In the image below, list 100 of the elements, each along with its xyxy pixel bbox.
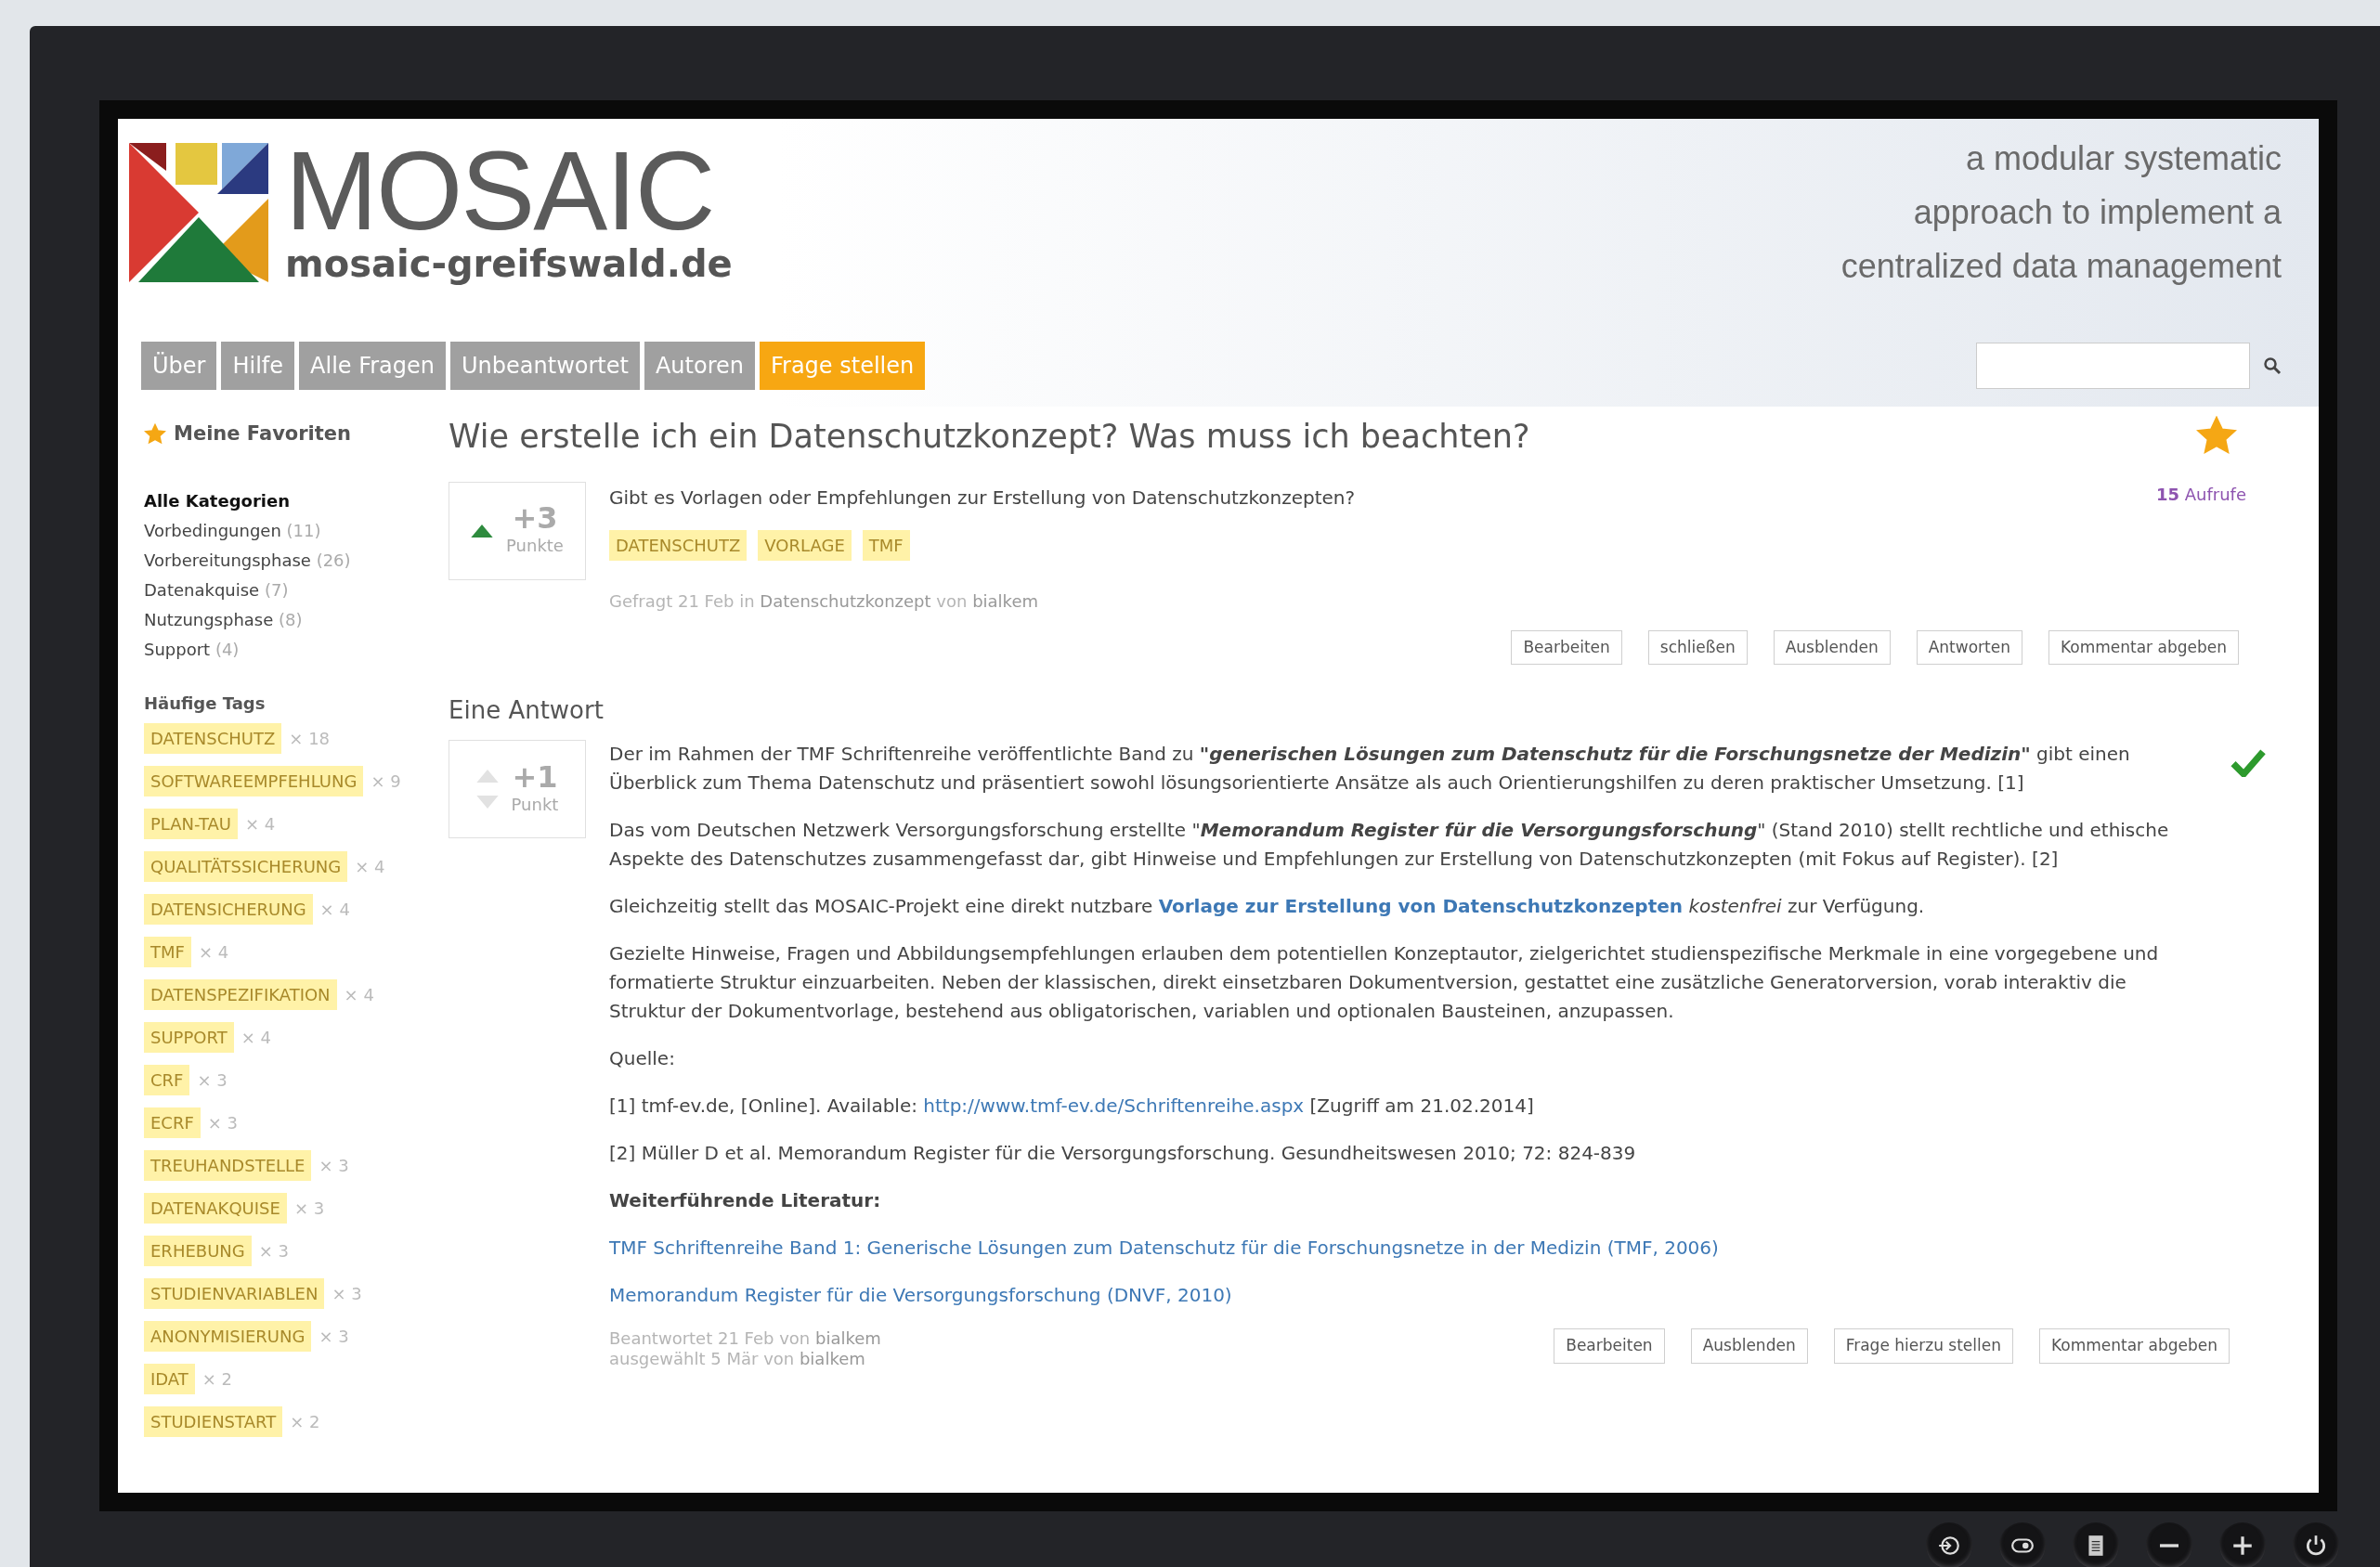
tag[interactable]: ECRF xyxy=(144,1107,201,1138)
nav-tab[interactable]: Frage stellen xyxy=(759,342,926,390)
search-field[interactable] xyxy=(1976,343,2250,389)
tagline-line: a modular systematic xyxy=(1965,138,2282,179)
tag[interactable]: PLAN-TAU xyxy=(144,808,238,839)
tag[interactable]: STUDIENSTART xyxy=(144,1405,283,1437)
action-button[interactable]: Kommentar abgeben xyxy=(2039,1328,2230,1364)
answer-paragraph: Quelle: xyxy=(609,1046,676,1071)
tag-count: × 3 xyxy=(258,1239,289,1263)
tag[interactable]: TMF xyxy=(862,529,910,561)
tag[interactable]: SOFTWAREEMPFEHLUNG xyxy=(144,765,364,796)
tag[interactable]: STUDIENVARIABLEN xyxy=(144,1277,325,1309)
tag[interactable]: SUPPORT xyxy=(144,1021,234,1053)
tag-count: × 3 xyxy=(197,1068,228,1092)
tag[interactable]: DATENSCHUTZ xyxy=(144,722,282,754)
nav-tab[interactable]: Unbeantwortet xyxy=(450,342,640,390)
answer-paragraph: Gleichzeitig stellt das MOSAIC-Projekt eine direkt nutzbare Vorlage zur Erstellung von Datenschutzkonzepten kostenfrei zur Verfügung. xyxy=(609,894,1926,919)
tag-count: × 3 xyxy=(293,1197,325,1220)
minus-button[interactable] xyxy=(2146,1522,2192,1567)
answer-paragraph: [2] Müller D et al. Memorandum Register für die Versorgungsforschung. Gesundheitswesen 2010; 72: 824-839 xyxy=(609,1141,1637,1166)
answers-heading: Eine Antwort xyxy=(449,695,605,726)
tag[interactable]: DATENSICHERUNG xyxy=(144,893,313,925)
action-button[interactable]: Bearbeiten xyxy=(1511,629,1622,665)
upvote-arrow-icon[interactable] xyxy=(471,524,494,537)
nav-tab[interactable]: Über xyxy=(141,342,217,390)
toggle-button[interactable] xyxy=(1999,1522,2046,1567)
tag[interactable]: TMF xyxy=(144,936,191,967)
action-button[interactable]: Kommentar abgeben xyxy=(2048,629,2239,665)
category-link[interactable]: Nutzungsphase (8) xyxy=(144,604,423,635)
answer-meta: Beantwortet 21 Feb von bialkem xyxy=(609,1328,881,1349)
favorites-heading[interactable]: Meine Favoriten xyxy=(174,420,352,449)
answer-paragraph: Gezielte Hinweise, Fragen und Abbildungsempfehlungen erlauben dem potentiellen Konzeptautor, zielgerichtet studienspezifische Merkmale in eine vorgegebene und formatierte Struktur einzuarbeiten. Neben der klassischen, direkt einsetzbaren Dokumentversion, gestattet eine zusätzliche Generatorversion, vorab interaktiv die Struktur der Dokumentvorlage, bestehend aus obligatorischen, variablen und optionalen Bausteinen, anzupassen. xyxy=(609,941,2160,1024)
tag-count: × 4 xyxy=(241,1026,271,1049)
category-link[interactable]: Datenakquise (7) xyxy=(144,575,423,605)
input-arrow-icon xyxy=(1937,1534,1961,1558)
nav-tab[interactable]: Hilfe xyxy=(221,342,295,390)
category-link[interactable]: Support (4) xyxy=(144,634,423,665)
answer-paragraph: Der im Rahmen der TMF Schriftenreihe veröffentlichte Band zu "generischen Lösungen zum Datenschutz für die Forschungsnetze der Medizin" gibt einen Überblick zum Thema Datenschutz und präsentiert sowohl lösungsorientierte Ansätze als auch Orientierungshilfen zu deren praktischer Umsetzung. [1] xyxy=(609,742,2131,796)
tag-count: × 3 xyxy=(319,1154,349,1177)
vote-unit: Punkt xyxy=(511,793,559,816)
text-link[interactable]: TMF Schriftenreihe Band 1: Generische Lösungen zum Datenschutz für die Forschungsnetze in der Medizin (TMF, 2006) xyxy=(609,1237,1719,1259)
text-link[interactable]: Memorandum Register für die Versorgungsforschung (DNVF, 2010) xyxy=(609,1284,1232,1306)
action-button[interactable]: Frage hierzu stellen xyxy=(1833,1328,2013,1364)
answer-paragraph: [1] tmf-ev.de, [Online]. Available: http://www.tmf-ev.de/Schriftenreihe.aspx [Zugriff am 21.02.2014] xyxy=(609,1094,1535,1119)
tag-count: × 4 xyxy=(355,855,385,878)
tag[interactable]: VORLAGE xyxy=(758,529,852,561)
logo-title: MOSAIC xyxy=(285,139,714,241)
tag[interactable]: DATENAKQUISE xyxy=(144,1192,287,1224)
action-button[interactable]: Ausblenden xyxy=(1773,629,1891,665)
action-button[interactable]: Ausblenden xyxy=(1690,1328,1808,1364)
tags-heading: Häufige Tags xyxy=(144,692,267,715)
plus-button[interactable] xyxy=(2219,1522,2266,1567)
tag[interactable]: DATENSCHUTZ xyxy=(609,529,748,561)
tag-count: × 3 xyxy=(319,1325,349,1348)
action-button[interactable]: Bearbeiten xyxy=(1554,1328,1665,1364)
text-link[interactable]: Vorlage zur Erstellung von Datenschutzkonzepten xyxy=(1158,895,1684,917)
answer-meta: ausgewählt 5 Mär von bialkem xyxy=(609,1349,866,1369)
answer-paragraph: Das vom Deutschen Netzwerk Versorgungsforschung erstellte "Memorandum Register für die Versorgungsforschung" (Stand 2010) stellt rechtliche und ethische Aspekte des Datenschutzes zusammengefasst dar, gibt Hinweise und Empfehlungen zur Erstellung von Datenschutzkonzepten (mit Fokus auf Register). [2] xyxy=(609,818,2170,872)
tag[interactable]: ANONYMISIERUNG xyxy=(144,1320,312,1352)
action-button[interactable]: schließen xyxy=(1647,629,1748,665)
tag-count: × 18 xyxy=(289,727,331,750)
tag-count: × 9 xyxy=(371,770,401,793)
mosaic-logo-icon xyxy=(129,143,268,282)
question-title: Wie erstelle ich ein Datenschutzkonzept? Was muss ich beachten? xyxy=(449,417,1530,457)
tag[interactable]: IDAT xyxy=(144,1363,195,1394)
power-icon xyxy=(2304,1534,2328,1558)
tag-count: × 3 xyxy=(207,1111,239,1134)
view-count: 15 Aufrufe xyxy=(2155,483,2246,506)
tagline-line: centralized data management xyxy=(1840,246,2282,287)
tag-count: × 4 xyxy=(198,940,229,964)
tag-count: × 2 xyxy=(290,1410,320,1433)
site-name: mosaic-greifswald.de xyxy=(285,241,733,286)
tag-count: × 4 xyxy=(344,983,374,1006)
answer-paragraph: Weiterführende Literatur: xyxy=(609,1188,882,1213)
question-text: Gibt es Vorlagen oder Empfehlungen zur Erstellung von Datenschutzkonzepten? xyxy=(609,485,1356,511)
vote-score: +3 xyxy=(512,503,558,533)
tag-count: × 3 xyxy=(332,1282,362,1305)
tag[interactable]: DATENSPEZIFIKATION xyxy=(144,978,337,1010)
power-button[interactable] xyxy=(2293,1522,2339,1567)
tag[interactable]: QUALITÄTSSICHERUNG xyxy=(144,850,348,882)
vote-unit: Punkte xyxy=(506,535,564,557)
tag-count: × 4 xyxy=(245,812,276,835)
minus-icon xyxy=(2160,1544,2178,1548)
text-link[interactable]: http://www.tmf-ev.de/Schriftenreihe.aspx xyxy=(923,1094,1305,1117)
tag-count: × 4 xyxy=(319,898,350,921)
tag-count: × 2 xyxy=(202,1367,233,1391)
tag[interactable]: ERHEBUNG xyxy=(144,1235,252,1266)
category-link[interactable]: Vorbedingungen (11) xyxy=(144,515,423,546)
nav-tab[interactable]: Autoren xyxy=(644,342,755,390)
menu-button[interactable] xyxy=(2073,1522,2119,1567)
category-link[interactable]: Vorbereitungsphase (26) xyxy=(144,545,423,576)
nav-tab[interactable]: Alle Fragen xyxy=(299,342,447,390)
plus-icon xyxy=(2230,1534,2255,1558)
tag[interactable]: CRF xyxy=(144,1064,190,1095)
input-source-button[interactable] xyxy=(1926,1522,1972,1567)
question-meta: Gefragt 21 Feb in Datenschutzkonzept von bialkem xyxy=(609,590,1038,611)
categories-heading[interactable]: Alle Kategorien xyxy=(144,486,423,516)
action-button[interactable]: Antworten xyxy=(1916,629,2022,665)
tag[interactable]: TREUHANDSTELLE xyxy=(144,1149,312,1181)
search-icon[interactable] xyxy=(2263,356,2282,375)
